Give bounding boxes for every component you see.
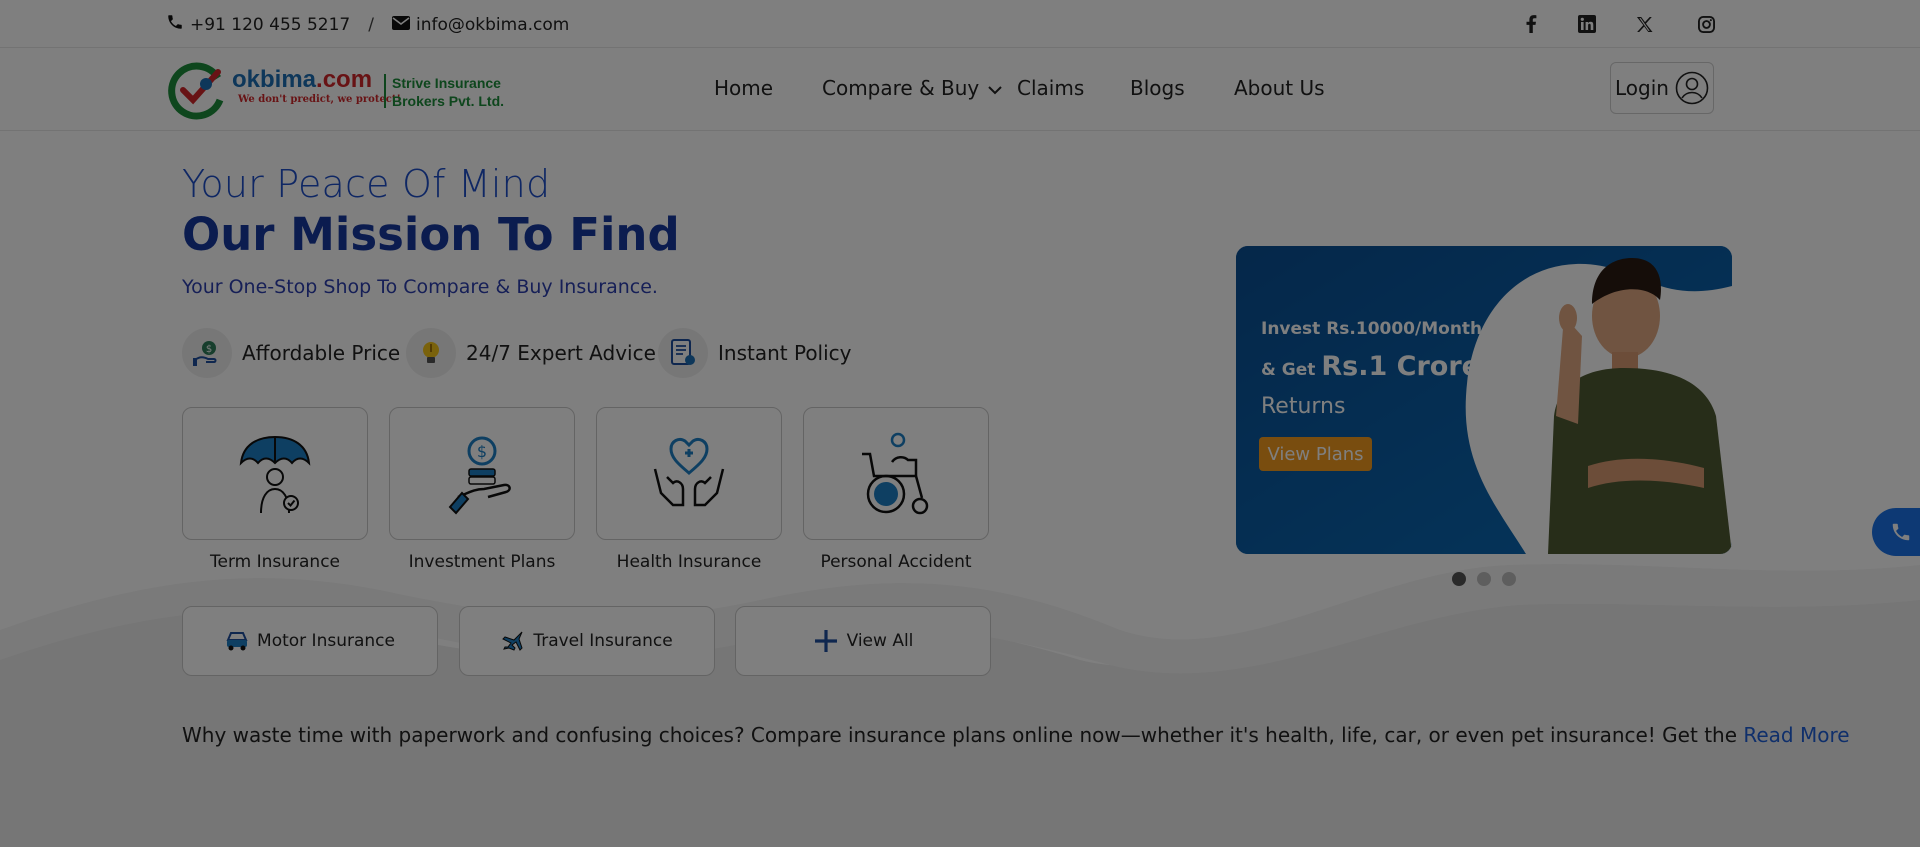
hero-tagline: Your One-Stop Shop To Compare & Buy Insu… — [182, 276, 658, 298]
logo-company: Strive Insurance Brokers Pvt. Ltd. — [392, 75, 505, 109]
plus-icon — [814, 630, 837, 652]
money-hand-icon: $ — [182, 328, 232, 378]
hero-subtitle: Your Peace Of Mind — [182, 162, 551, 206]
hero-wave-background — [0, 564, 1920, 847]
card-health-insurance[interactable] — [596, 407, 782, 540]
card-investment-plans[interactable]: $ — [389, 407, 575, 540]
chevron-down-icon — [987, 86, 1002, 95]
linkedin-icon[interactable] — [1575, 12, 1599, 36]
motor-insurance-button[interactable]: Motor Insurance — [182, 606, 438, 676]
lightbulb-icon — [406, 328, 456, 378]
okbima-logo[interactable]: okbima.com We don't predict, we protect!… — [166, 60, 506, 120]
coin-hand-icon: $ — [448, 436, 511, 514]
nav-blogs[interactable]: Blogs — [1130, 76, 1185, 100]
instagram-icon[interactable] — [1694, 12, 1718, 36]
user-avatar-icon — [1675, 71, 1709, 105]
view-all-button[interactable]: View All — [735, 606, 991, 676]
wheelchair-icon — [862, 432, 929, 514]
svg-text:$: $ — [477, 442, 487, 461]
man-pointing-illustration — [1548, 258, 1732, 554]
carousel-dot-2[interactable] — [1477, 572, 1491, 586]
nav-home[interactable]: Home — [714, 76, 773, 100]
view-plans-button[interactable]: View Plans — [1259, 437, 1372, 471]
phone-icon — [1892, 523, 1910, 541]
card-label-term: Term Insurance — [209, 552, 340, 572]
email-link[interactable]: info@okbima.com — [416, 15, 569, 35]
card-label-investment: Investment Plans — [408, 552, 556, 572]
carousel-dot-1[interactable] — [1452, 572, 1466, 586]
x-icon[interactable] — [1632, 12, 1656, 36]
car-icon — [226, 632, 248, 651]
contact-info: +91 120 455 5217 / info@okbima.com — [166, 13, 569, 36]
read-more-link[interactable]: Read More — [1743, 723, 1849, 747]
main-header: okbima.com We don't predict, we protect!… — [0, 48, 1920, 131]
card-personal-accident[interactable] — [803, 407, 989, 540]
phone-link[interactable]: +91 120 455 5217 — [190, 15, 350, 35]
page: +91 120 455 5217 / info@okbima.com okbim… — [0, 0, 1920, 847]
policy-document-icon — [658, 328, 708, 378]
promo-banner[interactable]: Invest Rs.10000/Month & Get Rs.1 Crore Re… — [1236, 246, 1732, 554]
intro-paragraph: Why waste time with paperwork and confus… — [182, 723, 1850, 747]
logo-tagline: We don't predict, we protect! — [238, 94, 401, 105]
svg-text:$: $ — [206, 344, 212, 355]
hero-title: Our Mission To Find — [182, 208, 680, 261]
card-term-insurance[interactable] — [182, 407, 368, 540]
feature-affordable-price: $ Affordable Price — [182, 328, 400, 378]
feature-label: Affordable Price — [242, 341, 401, 365]
logo-mark-icon — [168, 62, 224, 120]
airplane-icon — [502, 631, 523, 651]
phone-icon — [166, 13, 190, 36]
feature-label: 24/7 Expert Advice — [466, 341, 656, 365]
banner-line2: & Get Rs.1 Crore — [1261, 351, 1480, 382]
feature-expert-advice: 24/7 Expert Advice — [406, 328, 656, 378]
facebook-icon[interactable] — [1519, 12, 1543, 36]
travel-insurance-button[interactable]: Travel Insurance — [459, 606, 715, 676]
nav-compare-buy[interactable]: Compare & Buy — [822, 76, 1002, 100]
carousel-dot-3[interactable] — [1502, 572, 1516, 586]
floating-call-button[interactable] — [1872, 508, 1920, 556]
contact-separator: / — [368, 14, 374, 35]
top-contact-bar: +91 120 455 5217 / info@okbima.com — [0, 0, 1920, 48]
banner-line3: Returns — [1261, 394, 1346, 419]
logo-divider — [384, 74, 386, 108]
card-label-health: Health Insurance — [616, 552, 762, 572]
heart-hands-icon — [653, 437, 725, 506]
umbrella-person-icon — [239, 435, 311, 513]
login-label: Login — [1615, 76, 1669, 100]
logo-brand: okbima.com — [232, 66, 373, 93]
nav-claims[interactable]: Claims — [1017, 76, 1084, 100]
feature-label: Instant Policy — [718, 341, 852, 365]
banner-line1: Invest Rs.10000/Month — [1261, 319, 1483, 339]
nav-about-us[interactable]: About Us — [1234, 76, 1325, 100]
feature-instant-policy: Instant Policy — [658, 328, 852, 378]
card-label-accident: Personal Accident — [820, 552, 972, 572]
login-button[interactable]: Login — [1610, 62, 1714, 114]
mail-icon — [391, 15, 416, 35]
